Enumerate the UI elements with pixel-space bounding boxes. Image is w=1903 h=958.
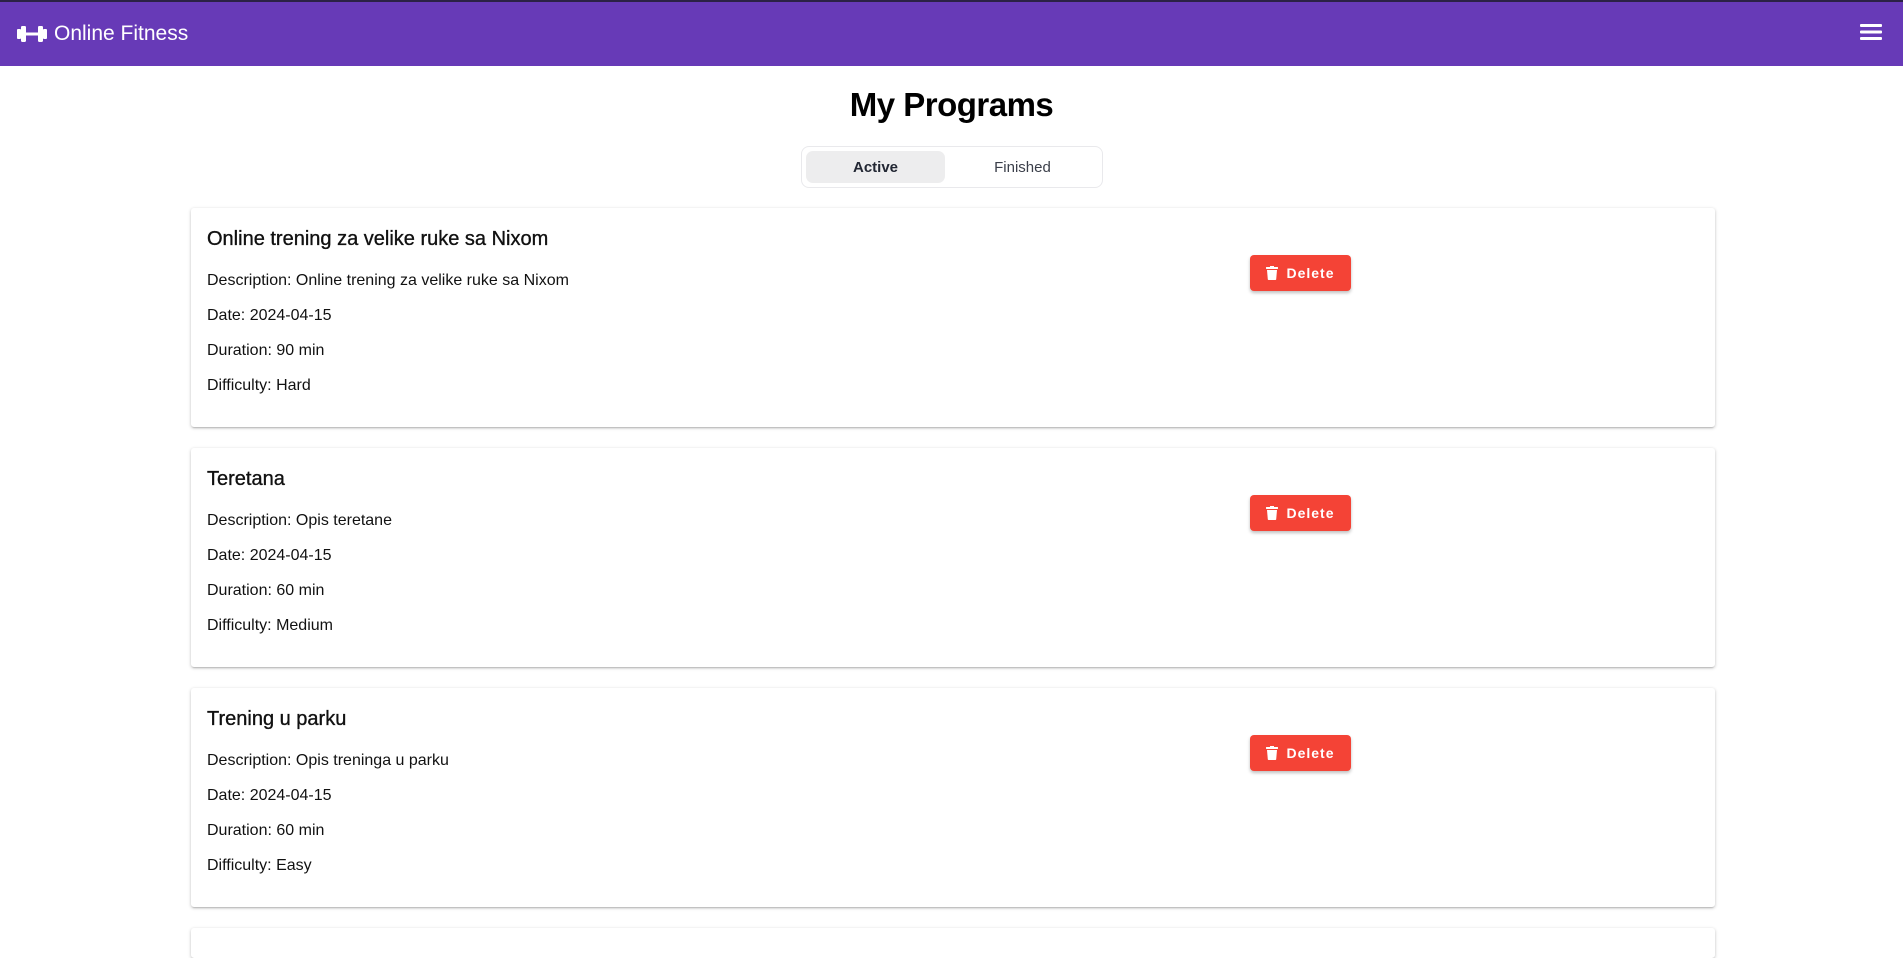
date-value: 2024-04-15: [249, 307, 332, 324]
difficulty-label: Difficulty:: [207, 377, 277, 394]
program-card: Teretana Description: Opis teretane Date…: [191, 448, 1715, 667]
delete-button[interactable]: Delete: [1250, 255, 1351, 291]
page-title: My Programs: [849, 86, 1054, 123]
program-card: Online trening za velike ruke sa Nixom D…: [191, 208, 1715, 427]
duration-label: Duration:: [207, 582, 277, 599]
duration-label: Duration:: [207, 822, 277, 839]
difficulty-label: Difficulty:: [207, 857, 277, 874]
trash-icon: [1266, 266, 1279, 280]
duration-label: Duration:: [207, 342, 277, 359]
date-value: 2024-04-15: [249, 787, 332, 804]
menu-button[interactable]: [1857, 20, 1885, 48]
program-title: Online trening za velike ruke sa Nixom: [207, 228, 549, 250]
program-title: Trening u parku: [207, 708, 347, 730]
date-label: Date:: [207, 787, 250, 804]
delete-button[interactable]: Delete: [1250, 495, 1351, 531]
brand-link[interactable]: Online Fitness: [16, 22, 188, 46]
program-difficulty: Difficulty: Easy: [207, 855, 449, 876]
program-duration: Duration: 90 min: [207, 340, 569, 361]
app-bar: Online Fitness: [0, 0, 1903, 66]
delete-button[interactable]: Delete: [1250, 735, 1351, 771]
program-duration: Duration: 60 min: [207, 580, 392, 601]
program-description: Description: Opis treninga u parku: [207, 750, 449, 771]
description-label: Description:: [207, 272, 296, 289]
description-value: Opis teretane: [295, 512, 392, 529]
duration-value: 90 min: [276, 342, 325, 359]
dumbbell-icon: [16, 22, 48, 46]
program-difficulty: Difficulty: Medium: [207, 615, 392, 636]
program-title: Teretana: [207, 468, 285, 490]
description-value: Opis treninga u parku: [295, 752, 449, 769]
description-label: Description:: [207, 512, 296, 529]
program-status-tabs: Active Finished: [801, 146, 1103, 188]
brand-title: Online Fitness: [54, 22, 189, 45]
program-details: Online trening za velike ruke sa Nixom D…: [207, 228, 569, 410]
trash-icon: [1266, 746, 1279, 760]
hamburger-menu-icon: [1859, 22, 1883, 47]
duration-value: 60 min: [276, 582, 325, 599]
date-label: Date:: [207, 307, 250, 324]
program-date: Date: 2024-04-15: [207, 545, 392, 566]
description-label: Description:: [207, 752, 296, 769]
program-details: Trening u parku Description: Opis trenin…: [207, 708, 449, 890]
trash-icon: [1266, 506, 1279, 520]
program-date: Date: 2024-04-15: [207, 305, 569, 326]
date-value: 2024-04-15: [249, 547, 332, 564]
program-date: Date: 2024-04-15: [207, 785, 449, 806]
description-value: Online trening za velike ruke sa Nixom: [295, 272, 569, 289]
tab-active[interactable]: Active: [806, 151, 945, 183]
delete-label: Delete: [1286, 745, 1335, 761]
program-card: Trening u parku Description: Opis trenin…: [191, 688, 1715, 907]
difficulty-label: Difficulty:: [207, 617, 277, 634]
program-duration: Duration: 60 min: [207, 820, 449, 841]
difficulty-value: Easy: [276, 857, 312, 874]
date-label: Date:: [207, 547, 250, 564]
tab-finished[interactable]: Finished: [947, 151, 1098, 183]
difficulty-value: Hard: [276, 377, 311, 394]
duration-value: 60 min: [276, 822, 325, 839]
program-description: Description: Online trening za velike ru…: [207, 270, 569, 291]
program-card-partial: [191, 928, 1715, 958]
delete-label: Delete: [1286, 265, 1335, 281]
program-description: Description: Opis teretane: [207, 510, 392, 531]
difficulty-value: Medium: [276, 617, 333, 634]
delete-label: Delete: [1286, 505, 1335, 521]
program-difficulty: Difficulty: Hard: [207, 375, 569, 396]
program-details: Teretana Description: Opis teretane Date…: [207, 468, 392, 650]
